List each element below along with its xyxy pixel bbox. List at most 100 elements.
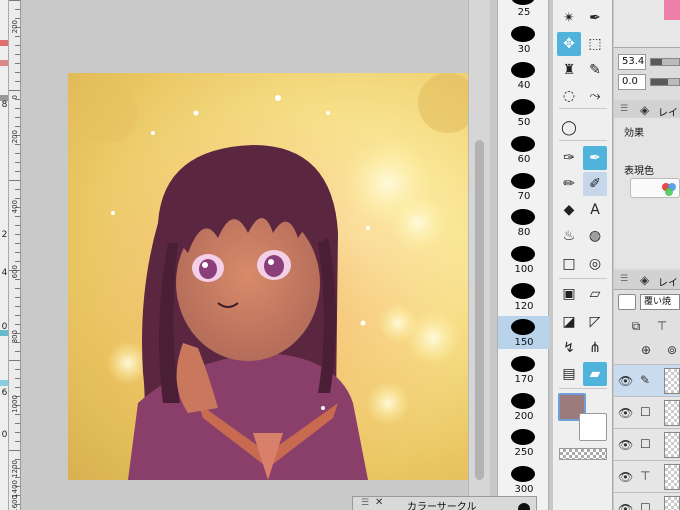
fork-tool-icon[interactable]: ⋔ [583, 336, 607, 360]
checkbox-icon[interactable]: ☐ [640, 501, 651, 510]
pen-plus-icon[interactable]: ✎ [583, 58, 607, 82]
brush-size-170[interactable]: 170 [498, 353, 550, 386]
fill-bucket-icon[interactable]: ♜ [557, 58, 581, 82]
layer-row[interactable]: 👁 ✎ [614, 364, 680, 396]
reference-layer-icon[interactable]: ⊤ [654, 318, 670, 334]
transparent-color-swatch[interactable] [559, 448, 607, 460]
grip-icon[interactable]: ☰ [620, 274, 628, 284]
fill-tool-icon[interactable]: ▰ [583, 362, 607, 386]
rotate-slider[interactable] [650, 78, 680, 86]
ruler-tick [15, 279, 20, 280]
vector-path-icon[interactable]: ⤳ [583, 84, 607, 108]
brush-size-label: 120 [514, 300, 534, 312]
blend-drops-icon[interactable]: ♨ [557, 224, 581, 248]
new-folder-icon[interactable]: ⊚ [664, 342, 680, 358]
rotate-value-field[interactable]: 0.0 [618, 74, 646, 90]
checkbox-icon[interactable]: ☐ [640, 405, 651, 419]
brush-size-100[interactable]: 100 [498, 243, 550, 276]
property-panel-header[interactable]: ☰ ◈ レイ [614, 100, 680, 120]
canvas-area[interactable] [22, 0, 490, 510]
layer-row[interactable]: 👁 ⊤ [614, 460, 680, 492]
brush-size-70[interactable]: 70 [498, 170, 550, 203]
brush-size-label: 100 [514, 263, 534, 275]
pen-icon[interactable]: ✎ [640, 373, 650, 387]
zoom-value-field[interactable]: 53.4 [618, 54, 646, 70]
color-circle-panel[interactable]: ☰ ✕ カラーサークル [352, 496, 537, 510]
left-navigator-strip[interactable]: 8 2 4 0 6 0 [0, 0, 9, 510]
color-knob[interactable] [518, 503, 530, 510]
reference-icon[interactable]: ⊤ [640, 469, 650, 483]
eye-icon[interactable]: 👁 [618, 406, 633, 420]
brush-size-40[interactable]: 40 [498, 59, 550, 92]
curve-tool-icon[interactable]: ↯ [557, 336, 581, 360]
chat-bubble-icon[interactable]: ◍ [583, 224, 607, 248]
material-icon[interactable]: ▤ [557, 362, 581, 386]
lasso-icon[interactable]: ◌ [557, 84, 581, 108]
ellipse-select-icon[interactable]: ◯ [557, 116, 581, 140]
eye-icon[interactable]: 👁 [618, 438, 633, 452]
eye-icon[interactable]: 👁 [618, 502, 633, 510]
brush-size-200[interactable]: 200 [498, 390, 550, 423]
grip-icon[interactable]: ☰ [620, 104, 628, 114]
g-pen-icon[interactable]: ✒ [583, 146, 607, 170]
brush-size-dot [511, 0, 535, 5]
layer-transform-icon[interactable]: ◪ [557, 310, 581, 334]
ruler-icon[interactable]: ◸ [583, 310, 607, 334]
zoom-slider[interactable] [650, 58, 680, 66]
sub-view-preview[interactable] [664, 0, 680, 20]
gradient-icon[interactable]: ▣ [557, 282, 581, 306]
sub-color-swatch[interactable] [579, 413, 607, 441]
eye-icon[interactable]: 👁 [618, 374, 633, 388]
brush-size-150[interactable]: 150 [498, 316, 550, 350]
canvas-vertical-scrollbar[interactable] [468, 0, 490, 510]
ruler-label: 800 [11, 330, 19, 344]
pen-icon[interactable]: ✑ [557, 146, 581, 170]
sparkle-wand-icon[interactable]: ✴ [557, 6, 581, 30]
grip-icon[interactable]: ☰ [361, 498, 369, 508]
brush-icon[interactable]: ✐ [583, 172, 607, 196]
eye-icon[interactable]: 👁 [618, 470, 633, 484]
layer-thumbnail [664, 400, 680, 426]
eyedropper-icon[interactable]: ✒ [583, 6, 607, 30]
drawing-canvas[interactable] [68, 73, 476, 480]
layer-panel-header[interactable]: ☰ ◈ レイ [614, 270, 680, 290]
navigator-digit: 4 [1, 268, 8, 278]
brush-size-60[interactable]: 60 [498, 133, 550, 166]
ruler-tick [15, 315, 20, 316]
brush-size-300[interactable]: 300 [498, 463, 550, 496]
text-tool-icon[interactable]: A [583, 198, 607, 222]
brush-size-50[interactable]: 50 [498, 96, 550, 129]
move-layer-icon[interactable]: ✥ [557, 32, 581, 56]
ruler-tick [15, 9, 20, 10]
new-layer-icon[interactable]: ⊕ [638, 342, 654, 358]
clip-layer-icon[interactable]: ⧉ [628, 318, 644, 334]
display-color-button[interactable] [630, 178, 680, 198]
layer-row[interactable]: 👁 ☐ [614, 428, 680, 460]
ruler-tick [15, 306, 20, 307]
navigator-digit: 2 [1, 230, 8, 240]
property-panel-title: レイ [658, 108, 678, 119]
blend-mode-select[interactable]: 覆い焼 [640, 294, 680, 310]
spiral-icon[interactable]: ◎ [583, 252, 607, 276]
vertical-ruler[interactable]: 200 0 200 400 600 800 1000 1200 1400 1600 [9, 0, 21, 510]
layer-row[interactable]: 👁 ☐ [614, 492, 680, 510]
scrollbar-thumb[interactable] [475, 140, 484, 480]
eraser-icon[interactable]: ◆ [557, 198, 581, 222]
pencil-icon[interactable]: ✏ [557, 172, 581, 196]
ruler-tick [9, 180, 20, 181]
brush-size-30[interactable]: 30 [498, 23, 550, 56]
shape-square-icon[interactable]: □ [557, 252, 581, 276]
brush-size-25[interactable]: 25 [498, 0, 550, 19]
checkbox-icon[interactable]: ☐ [640, 437, 651, 451]
ruler-label: 1600 [11, 495, 19, 510]
brush-size-120[interactable]: 120 [498, 280, 550, 313]
airbrush-icon[interactable]: ▱ [583, 282, 607, 306]
rect-select-icon[interactable]: ⬚ [583, 32, 607, 56]
brush-size-80[interactable]: 80 [498, 206, 550, 239]
close-icon[interactable]: ✕ [375, 497, 383, 508]
layer-color-box[interactable] [618, 294, 636, 310]
color-mode-icon [662, 183, 676, 196]
layer-row[interactable]: 👁 ☐ [614, 396, 680, 428]
navigator-digit: 0 [1, 430, 8, 440]
brush-size-250[interactable]: 250 [498, 426, 550, 459]
